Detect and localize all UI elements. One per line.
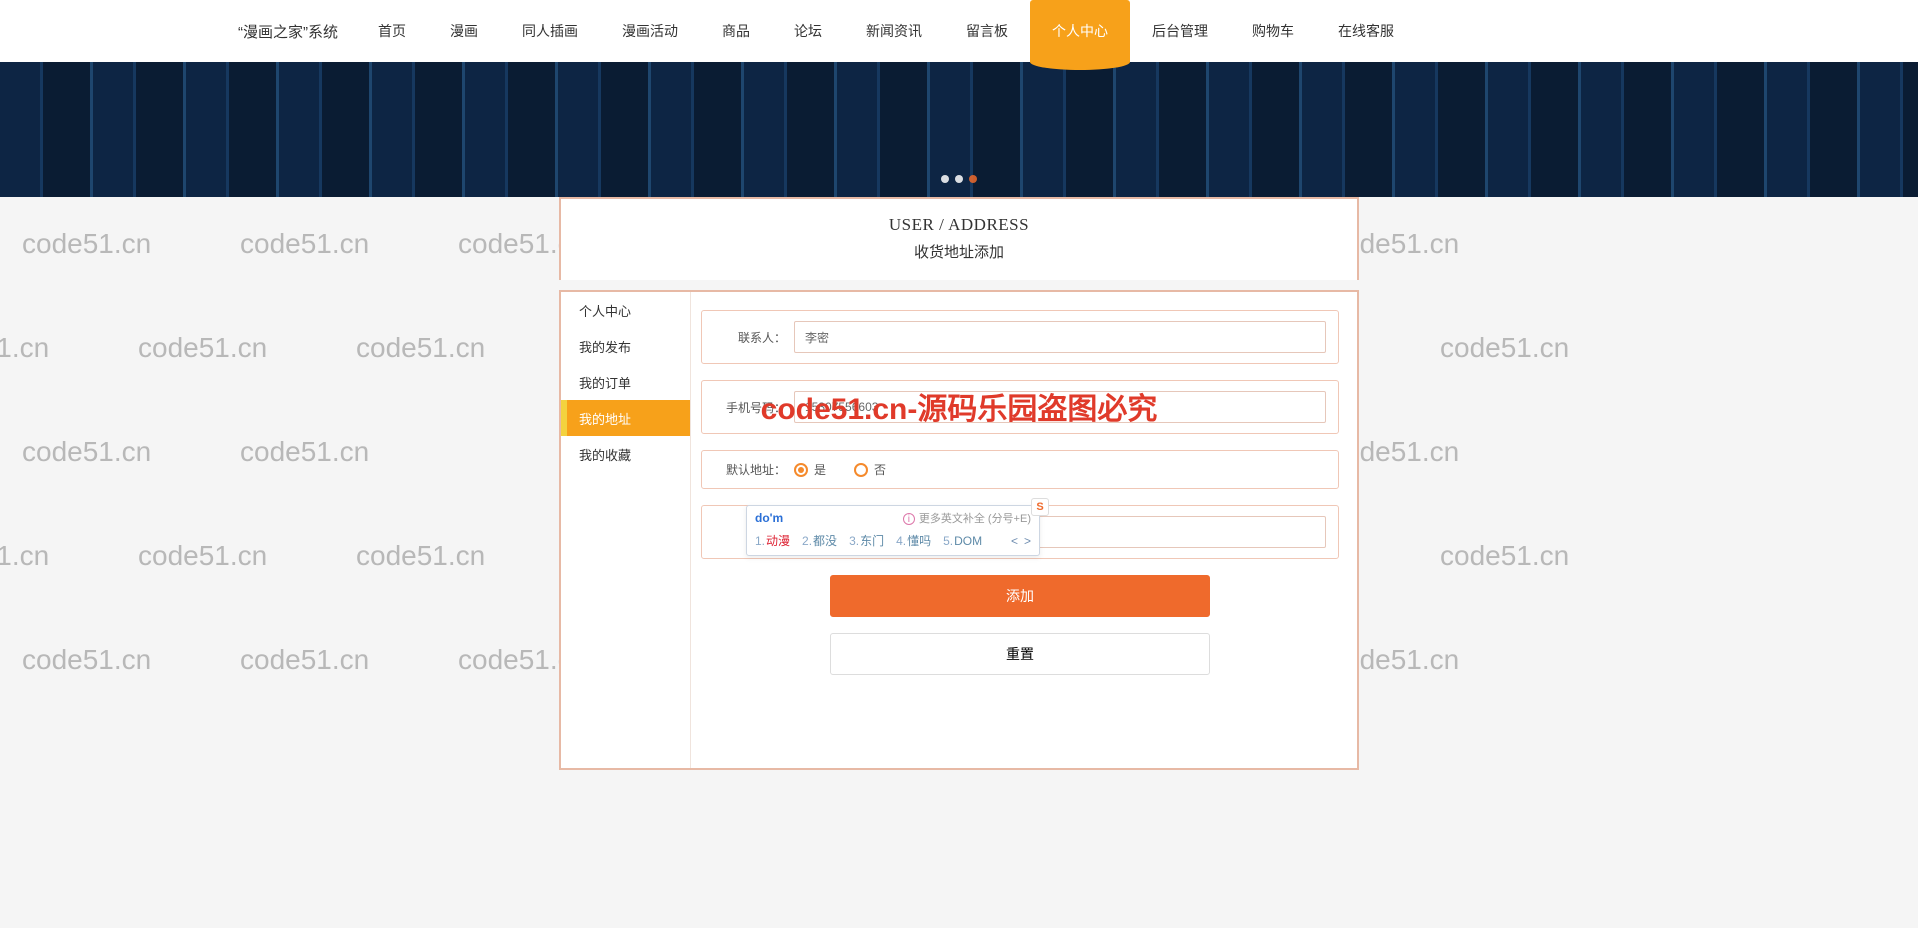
watermark: code51.cn xyxy=(356,332,485,364)
nav-illustration[interactable]: 同人插画 xyxy=(500,0,600,62)
watermark: code51.cn xyxy=(0,540,49,572)
nav-customer-service[interactable]: 在线客服 xyxy=(1316,0,1416,62)
watermark: code51.cn xyxy=(138,332,267,364)
ime-candidate-2[interactable]: 2.都没 xyxy=(802,532,837,549)
phone-label: 手机号码： xyxy=(714,399,794,416)
info-icon: i xyxy=(903,513,915,525)
nav-forum[interactable]: 论坛 xyxy=(772,0,844,62)
ime-candidates: 1.动漫 2.都没 3.东门 4.懂吗 5.DOM < > xyxy=(747,528,1039,555)
field-phone: 手机号码： xyxy=(701,380,1339,434)
top-nav-bar: “漫画之家”系统 首页 漫画 同人插画 漫画活动 商品 论坛 新闻资讯 留言板 … xyxy=(0,0,1918,62)
contact-label: 联系人： xyxy=(714,329,794,346)
nav-home[interactable]: 首页 xyxy=(356,0,428,62)
watermark: code51.cn xyxy=(138,540,267,572)
nav-admin[interactable]: 后台管理 xyxy=(1130,0,1230,62)
ime-candidate-5[interactable]: 5.DOM xyxy=(943,534,982,548)
nav-guestbook[interactable]: 留言板 xyxy=(944,0,1030,62)
page-title-en: USER / ADDRESS xyxy=(561,215,1357,235)
ime-candidate-4[interactable]: 4.懂吗 xyxy=(896,532,931,549)
radio-yes-label: 是 xyxy=(814,461,826,478)
watermark: code51.cn xyxy=(240,228,369,260)
page-header: USER / ADDRESS 收货地址添加 xyxy=(559,197,1359,280)
ime-candidate-1[interactable]: 1.动漫 xyxy=(755,532,790,549)
ime-candidate-3[interactable]: 3.东门 xyxy=(849,532,884,549)
phone-input[interactable] xyxy=(794,391,1326,423)
ime-candidate-window: S do'm i更多英文补全 (分号+E) 1.动漫 2.都没 3.东门 4.懂… xyxy=(746,505,1040,556)
sidebar-item-my-address[interactable]: 我的地址 xyxy=(561,400,690,436)
carousel-dot-3[interactable] xyxy=(969,175,977,183)
submit-button[interactable]: 添加 xyxy=(830,575,1210,617)
contact-input[interactable] xyxy=(794,321,1326,353)
sidebar-item-my-posts[interactable]: 我的发布 xyxy=(561,328,690,364)
watermark: code51.cn xyxy=(22,644,151,676)
watermark: code51.cn xyxy=(240,644,369,676)
ime-pager: < > xyxy=(1011,534,1031,548)
radio-no[interactable]: 否 xyxy=(854,461,886,478)
ime-prev-icon[interactable]: < xyxy=(1011,534,1018,548)
watermark: code51.cn xyxy=(356,540,485,572)
page-title-zh: 收货地址添加 xyxy=(561,241,1357,262)
main-nav: “漫画之家”系统 首页 漫画 同人插画 漫画活动 商品 论坛 新闻资讯 留言板 … xyxy=(220,0,1416,62)
radio-no-icon xyxy=(854,463,868,477)
ime-hint-text: 更多英文补全 (分号+E) xyxy=(919,513,1031,525)
ime-typed-text: do'm xyxy=(755,511,783,525)
default-label: 默认地址： xyxy=(714,461,794,478)
sidebar-item-my-favorites[interactable]: 我的收藏 xyxy=(561,436,690,472)
nav-cart[interactable]: 购物车 xyxy=(1230,0,1316,62)
watermark: code51.cn xyxy=(240,436,369,468)
nav-comic[interactable]: 漫画 xyxy=(428,0,500,62)
nav-user-center[interactable]: 个人中心 xyxy=(1030,0,1130,62)
default-radio-group: 是 否 xyxy=(794,461,886,478)
radio-yes[interactable]: 是 xyxy=(794,461,826,478)
sidebar: 个人中心 我的发布 我的订单 我的地址 我的收藏 xyxy=(561,292,691,768)
watermark: code51.cn xyxy=(0,332,49,364)
watermark: code51.cn xyxy=(22,436,151,468)
ime-next-icon[interactable]: > xyxy=(1024,534,1031,548)
watermark: code51.cn xyxy=(1440,332,1569,364)
sidebar-item-my-orders[interactable]: 我的订单 xyxy=(561,364,690,400)
ime-hint[interactable]: i 更多英文补全 (分号+E) xyxy=(903,510,1031,526)
nav-news[interactable]: 新闻资讯 xyxy=(844,0,944,62)
ime-logo-icon: S xyxy=(1031,498,1049,516)
nav-events[interactable]: 漫画活动 xyxy=(600,0,700,62)
reset-button[interactable]: 重置 xyxy=(830,633,1210,675)
watermark: code51.cn xyxy=(1440,540,1569,572)
carousel-dot-1[interactable] xyxy=(941,175,949,183)
carousel-dot-2[interactable] xyxy=(955,175,963,183)
hero-banner xyxy=(0,62,1918,197)
ime-header: do'm i 更多英文补全 (分号+E) xyxy=(747,506,1039,528)
radio-yes-icon xyxy=(794,463,808,477)
radio-no-label: 否 xyxy=(874,461,886,478)
brand-label: “漫画之家”系统 xyxy=(220,0,356,62)
carousel-dots xyxy=(941,175,977,183)
nav-goods[interactable]: 商品 xyxy=(700,0,772,62)
field-default-address: 默认地址： 是 否 xyxy=(701,450,1339,489)
sidebar-item-user-center[interactable]: 个人中心 xyxy=(561,292,690,328)
watermark: code51.cn xyxy=(22,228,151,260)
field-contact: 联系人： xyxy=(701,310,1339,364)
